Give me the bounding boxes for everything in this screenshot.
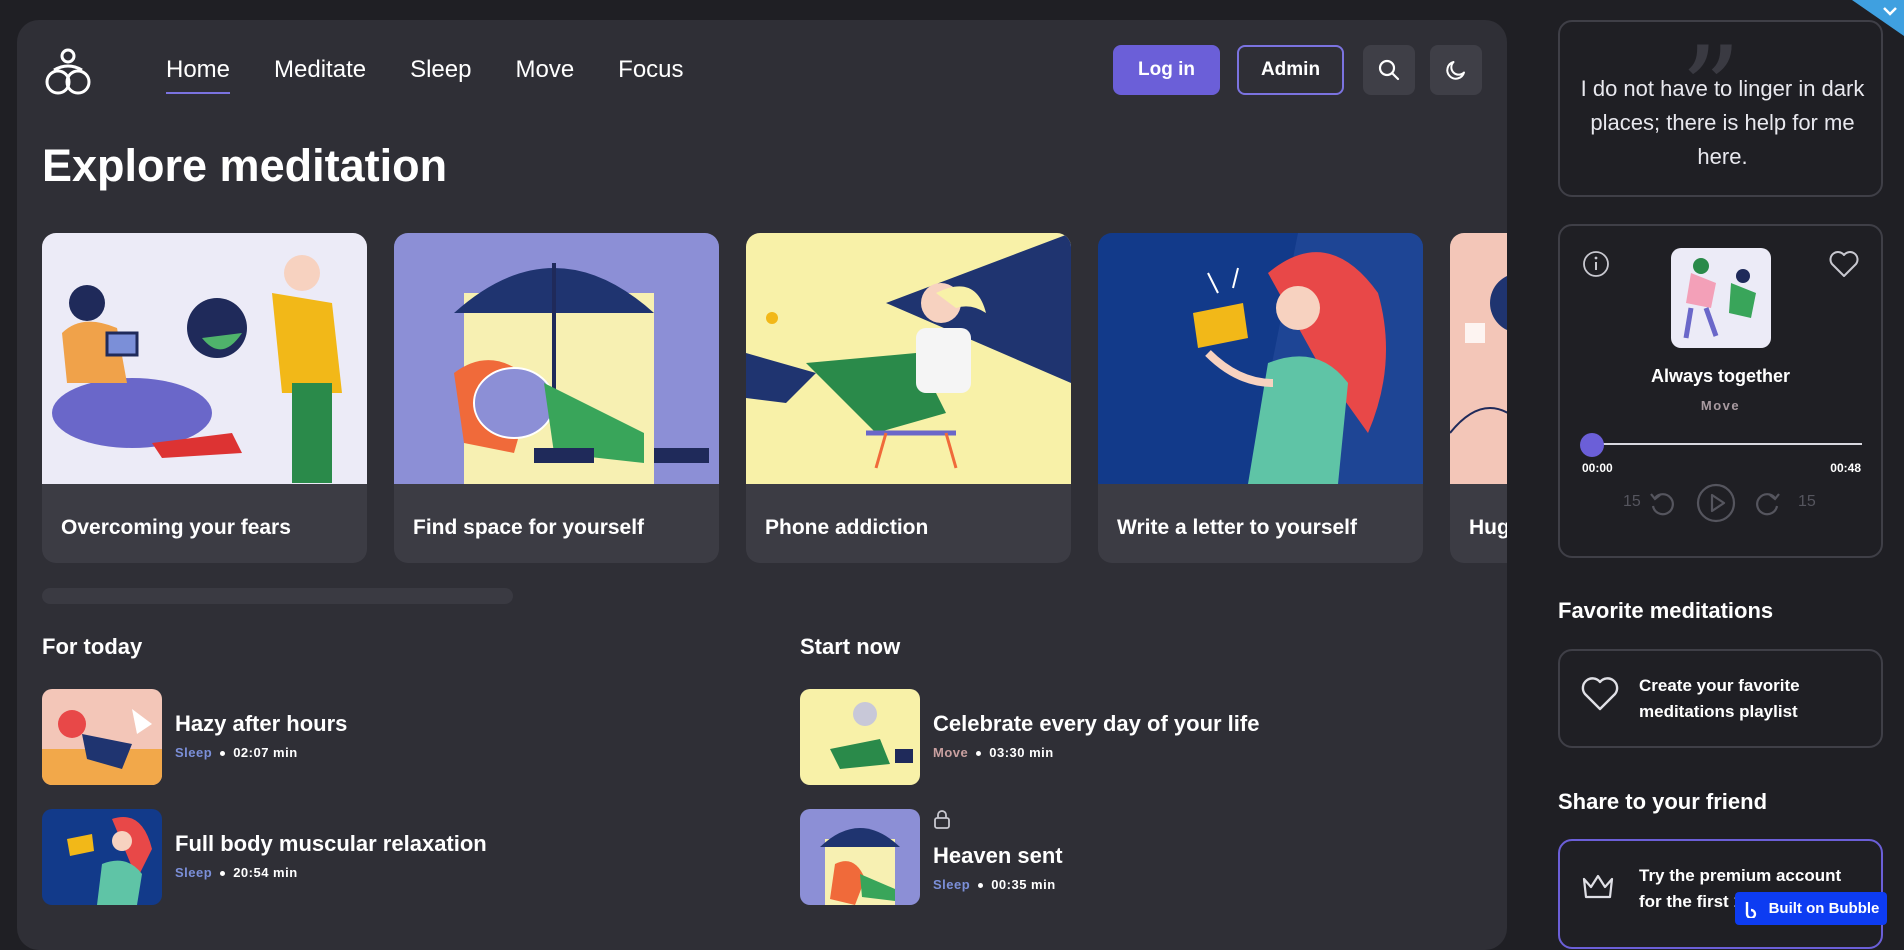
search-button[interactable]	[1363, 45, 1415, 95]
rewind-icon[interactable]	[1647, 488, 1677, 518]
play-icon[interactable]	[1696, 483, 1736, 523]
crown-icon	[1582, 874, 1614, 899]
bubble-logo-icon	[1745, 901, 1756, 918]
nav-move[interactable]: Move	[515, 56, 574, 94]
login-button[interactable]: Log in	[1113, 45, 1220, 95]
nav-home[interactable]: Home	[166, 56, 231, 94]
card-illustration	[746, 233, 1071, 484]
card-title: Find space for yourself	[413, 516, 645, 539]
built-on-bubble-badge[interactable]: Built on Bubble	[1735, 892, 1887, 925]
item-meta: Sleep 02:07 min	[175, 745, 298, 760]
nav-sleep[interactable]: Sleep	[410, 56, 471, 94]
bubble-badge-label: Built on Bubble	[1768, 900, 1880, 917]
item-meta: Move 03:30 min	[933, 745, 1054, 760]
separator-dot	[220, 871, 226, 877]
player-category: Move	[1700, 398, 1741, 413]
moon-icon	[1446, 61, 1465, 80]
item-thumbnail	[800, 809, 920, 905]
heart-icon[interactable]	[1828, 250, 1860, 278]
forward-icon[interactable]	[1753, 488, 1783, 518]
admin-button[interactable]: Admin	[1237, 45, 1344, 95]
lock-icon	[934, 810, 950, 829]
corner-collapse-icon[interactable]	[1852, 0, 1904, 36]
card-title: Overcoming your fears	[61, 516, 291, 539]
item-tag: Sleep	[933, 877, 971, 892]
info-icon[interactable]	[1582, 250, 1610, 278]
audio-player: Always together Move 00:00 00:48 15 15	[1558, 224, 1883, 558]
card-title: Write a letter to yourself	[1117, 516, 1358, 539]
meditation-card[interactable]: Hug	[1450, 233, 1507, 563]
item-thumbnail	[42, 809, 162, 905]
player-title: Always together	[1650, 366, 1791, 386]
separator-dot	[220, 751, 226, 757]
item-duration: 00:35 min	[991, 877, 1056, 892]
item-title: Heaven sent	[933, 843, 1063, 868]
create-playlist-card[interactable]: Create your favorite meditations playlis…	[1558, 649, 1883, 748]
item-title: Full body muscular relaxation	[175, 831, 487, 856]
list-item[interactable]: Hazy after hours Sleep 02:07 min	[42, 689, 742, 785]
meditation-carousel: Overcoming your fears Find space for you…	[42, 233, 1507, 563]
item-duration: 20:54 min	[233, 865, 298, 880]
card-title: Phone addiction	[765, 516, 929, 539]
main-nav: Home Meditate Sleep Move Focus	[166, 56, 728, 94]
item-title: Celebrate every day of your life	[933, 711, 1260, 736]
progress-track[interactable]	[1582, 443, 1862, 445]
carousel-scrollbar[interactable]	[42, 588, 513, 604]
favorites-heading: Favorite meditations	[1558, 598, 1774, 623]
item-tag: Sleep	[175, 865, 213, 880]
card-illustration	[1098, 233, 1423, 484]
item-thumbnail	[800, 689, 920, 785]
main-panel: Home Meditate Sleep Move Focus Log in Ad…	[17, 20, 1507, 950]
nav-focus[interactable]: Focus	[618, 56, 683, 94]
quote-text: I do not have to linger in dark places; …	[1580, 76, 1865, 169]
start-now-heading: Start now	[800, 634, 901, 659]
meditation-card[interactable]: Find space for yourself	[394, 233, 719, 563]
create-playlist-text: Create your favorite meditations playlis…	[1639, 676, 1800, 721]
forward-seconds: 15	[1798, 493, 1816, 510]
progress-knob[interactable]	[1580, 433, 1604, 457]
card-illustration	[42, 233, 367, 484]
lotus-logo-icon[interactable]	[41, 48, 95, 96]
meditation-card[interactable]: Overcoming your fears	[42, 233, 367, 563]
meditation-card[interactable]: Write a letter to yourself	[1098, 233, 1423, 563]
item-tag: Move	[933, 745, 969, 760]
item-meta: Sleep 00:35 min	[933, 877, 1056, 892]
total-time: 00:48	[1830, 461, 1861, 475]
card-illustration	[1450, 233, 1507, 484]
nav-meditate[interactable]: Meditate	[274, 56, 366, 94]
rewind-seconds: 15	[1623, 493, 1641, 510]
list-item[interactable]: Celebrate every day of your life Move 03:…	[800, 689, 1500, 785]
separator-dot	[978, 883, 984, 889]
search-icon	[1378, 59, 1400, 81]
player-artwork	[1671, 248, 1771, 348]
item-duration: 02:07 min	[233, 745, 298, 760]
page-title: Explore meditation	[42, 140, 448, 191]
meditation-card[interactable]: Phone addiction	[746, 233, 1071, 563]
top-navigation: Home Meditate Sleep Move Focus Log in Ad…	[17, 20, 1507, 124]
separator-dot	[976, 751, 982, 757]
item-tag: Sleep	[175, 745, 213, 760]
share-heading: Share to your friend	[1558, 789, 1768, 814]
heart-outline-icon	[1581, 677, 1619, 711]
daily-quote-card: ” I do not have to linger in dark places…	[1558, 20, 1883, 197]
theme-toggle-button[interactable]	[1430, 45, 1482, 95]
for-today-heading: For today	[42, 634, 143, 659]
item-meta: Sleep 20:54 min	[175, 865, 298, 880]
item-thumbnail	[42, 689, 162, 785]
item-title: Hazy after hours	[175, 711, 348, 736]
card-illustration	[394, 233, 719, 484]
list-item[interactable]: Full body muscular relaxation Sleep 20:54…	[42, 809, 742, 905]
elapsed-time: 00:00	[1582, 461, 1613, 475]
card-title: Hug	[1469, 516, 1507, 539]
list-item[interactable]: Heaven sent Sleep 00:35 min	[800, 809, 1500, 905]
item-duration: 03:30 min	[989, 745, 1054, 760]
